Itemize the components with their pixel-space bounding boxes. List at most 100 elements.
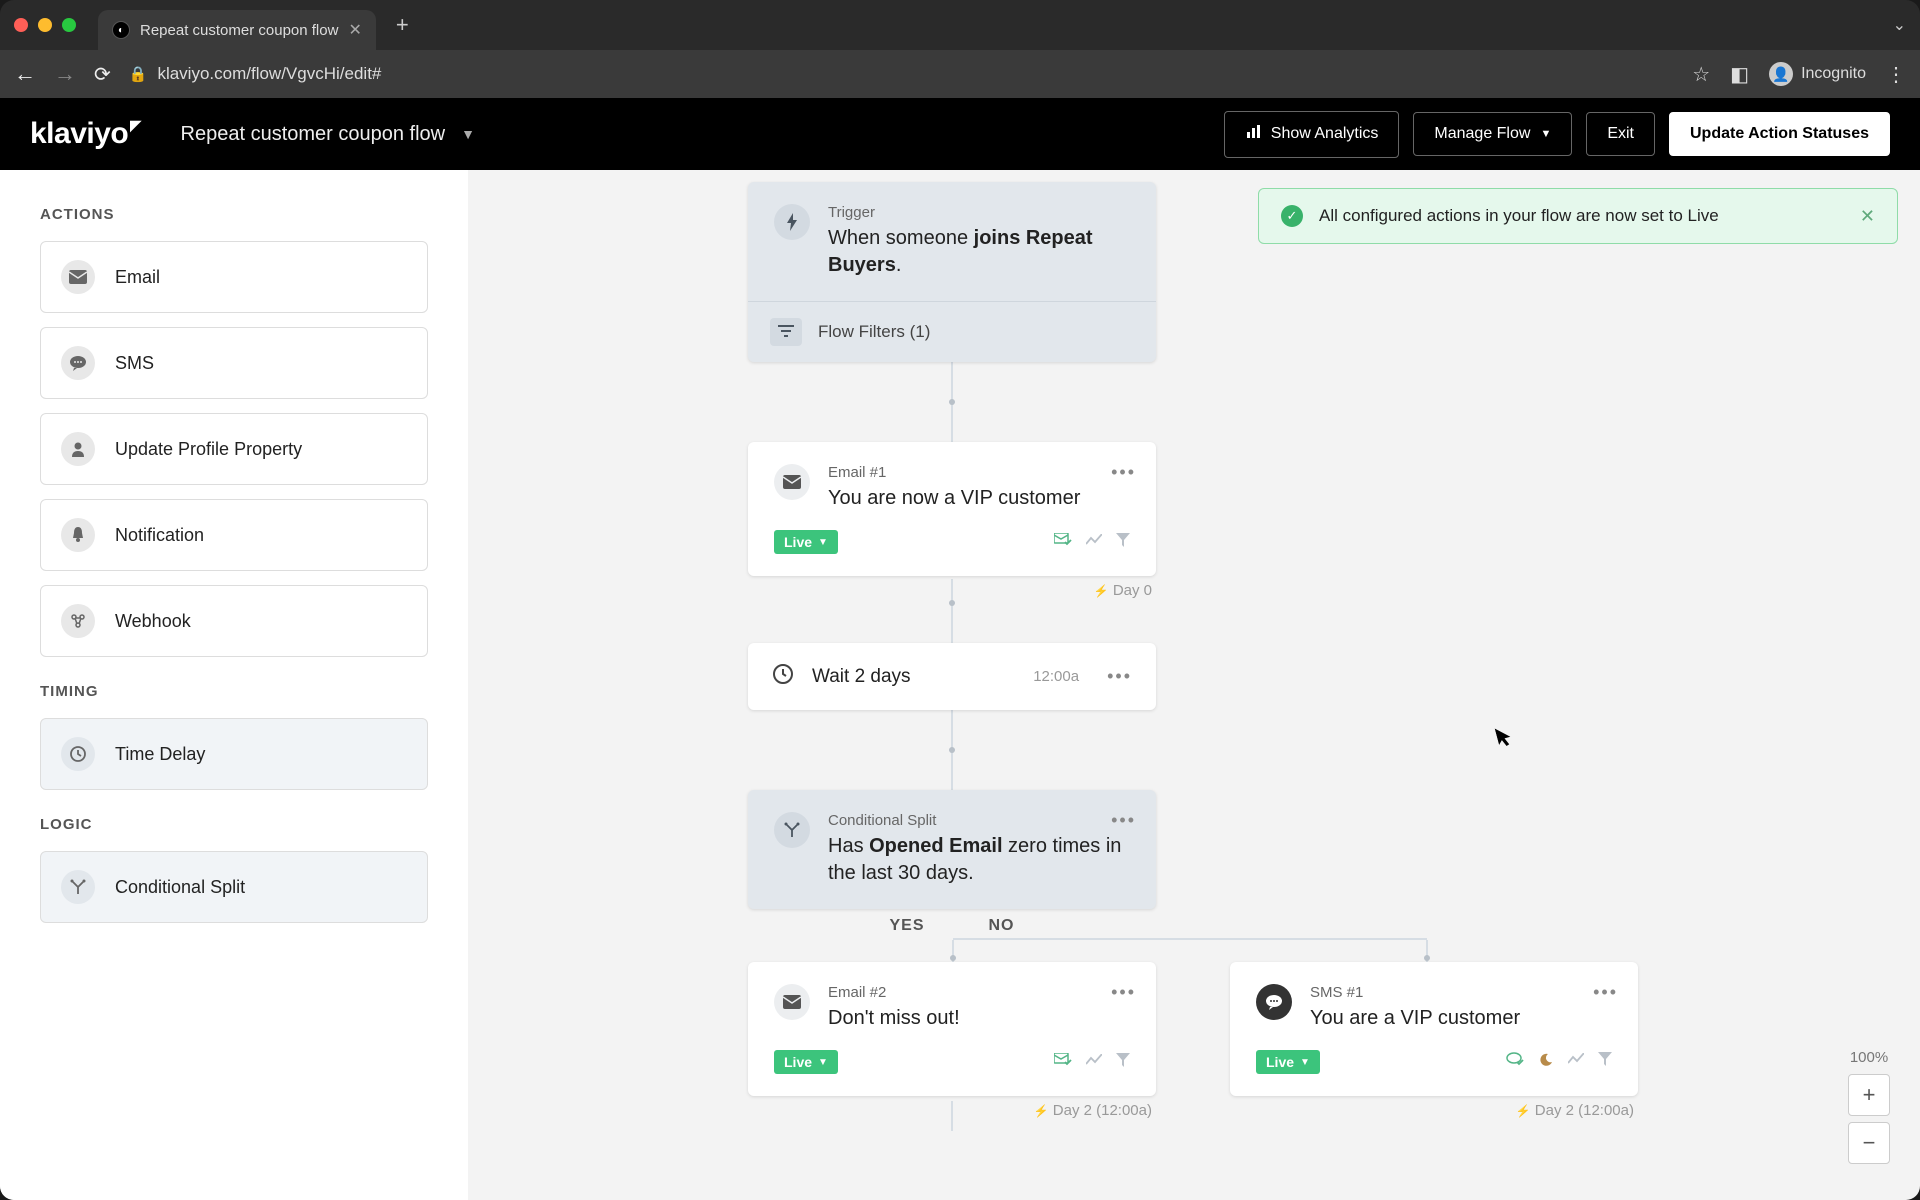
- email-title: You are now a VIP customer: [828, 485, 1080, 512]
- sidebar-item-label: Time Delay: [115, 744, 205, 765]
- tabs-overflow-icon[interactable]: ⌄: [1893, 15, 1906, 35]
- analytics-icon: [1568, 1052, 1584, 1073]
- browser-tab[interactable]: ◐ Repeat customer coupon flow ✕: [98, 10, 376, 50]
- status-badge[interactable]: Live ▼: [774, 530, 838, 554]
- logic-heading: LOGIC: [40, 816, 428, 833]
- flow-name-dropdown[interactable]: Repeat customer coupon flow ▼: [181, 123, 475, 146]
- minimize-window-icon[interactable]: [38, 18, 52, 32]
- analytics-icon: [1086, 1053, 1102, 1072]
- back-button[interactable]: ←: [14, 61, 36, 87]
- browser-tab-strip: ◐ Repeat customer coupon flow ✕ + ⌄: [0, 0, 1920, 50]
- sidebar-item-label: Conditional Split: [115, 877, 245, 898]
- day-marker: ⚡Day 2 (12:00a): [1230, 1096, 1638, 1119]
- close-window-icon[interactable]: [14, 18, 28, 32]
- email-label: Email #2: [828, 984, 960, 1001]
- forward-button[interactable]: →: [54, 61, 76, 87]
- wait-title: Wait 2 days: [812, 664, 911, 690]
- success-toast: ✓ All configured actions in your flow ar…: [1258, 188, 1898, 244]
- sidebar-item-label: Update Profile Property: [115, 439, 302, 460]
- update-action-statuses-button[interactable]: Update Action Statuses: [1669, 112, 1890, 156]
- bookmark-icon[interactable]: ☆: [1692, 62, 1710, 87]
- caret-down-icon: ▼: [1300, 1057, 1310, 1068]
- sidebar-item-time-delay[interactable]: Time Delay: [40, 718, 428, 790]
- wait-node[interactable]: Wait 2 days 12:00a •••: [748, 643, 1156, 710]
- sms-check-icon: [1506, 1052, 1524, 1073]
- app-header: klaviyo◤ Repeat customer coupon flow ▼ S…: [0, 98, 1920, 170]
- person-icon: [61, 432, 95, 466]
- bell-icon: [61, 518, 95, 552]
- conditional-split-node[interactable]: Conditional Split Has Opened Email zero …: [748, 790, 1156, 909]
- email-icon: [61, 260, 95, 294]
- exit-button[interactable]: Exit: [1586, 112, 1655, 156]
- incognito-label: Incognito: [1801, 65, 1866, 83]
- incognito-indicator[interactable]: 👤 Incognito: [1769, 62, 1866, 86]
- sms-node-1[interactable]: SMS #1 You are a VIP customer ••• Live ▼: [1230, 962, 1638, 1096]
- wait-time: 12:00a: [1033, 668, 1079, 685]
- address-bar[interactable]: 🔒 klaviyo.com/flow/VgvcHi/edit#: [129, 64, 1674, 84]
- sms-label: SMS #1: [1310, 984, 1520, 1001]
- email-icon: [774, 464, 810, 500]
- close-toast-icon[interactable]: ✕: [1860, 206, 1875, 227]
- timing-heading: TIMING: [40, 683, 428, 700]
- sidebar-item-sms[interactable]: SMS: [40, 327, 428, 399]
- close-tab-icon[interactable]: ✕: [348, 20, 361, 40]
- email-label: Email #1: [828, 464, 1080, 481]
- browser-menu-icon[interactable]: ⋮: [1886, 62, 1906, 87]
- url-text: klaviyo.com/flow/VgvcHi/edit#: [157, 64, 381, 84]
- sidebar-item-email[interactable]: Email: [40, 241, 428, 313]
- sidebar-item-conditional-split[interactable]: Conditional Split: [40, 851, 428, 923]
- sidebar-item-label: Notification: [115, 525, 204, 546]
- sidebar-item-update-profile[interactable]: Update Profile Property: [40, 413, 428, 485]
- reload-button[interactable]: ⟳: [94, 62, 111, 87]
- sidebar-item-label: Email: [115, 267, 160, 288]
- cursor-icon: [1495, 724, 1518, 755]
- browser-toolbar: ← → ⟳ 🔒 klaviyo.com/flow/VgvcHi/edit# ☆ …: [0, 50, 1920, 98]
- zoom-out-button[interactable]: −: [1848, 1122, 1890, 1164]
- branch-labels: YES NO: [748, 917, 1156, 935]
- trigger-node[interactable]: Trigger When someone joins Repeat Buyers…: [748, 182, 1156, 362]
- filter-icon: [770, 318, 802, 346]
- status-badge[interactable]: Live ▼: [774, 1050, 838, 1074]
- manage-flow-button[interactable]: Manage Flow ▼: [1413, 112, 1572, 156]
- email-icon: [774, 984, 810, 1020]
- caret-down-icon: ▼: [818, 1057, 828, 1068]
- email-node-2[interactable]: Email #2 Don't miss out! ••• Live ▼: [748, 962, 1156, 1096]
- more-icon[interactable]: •••: [1111, 982, 1136, 1003]
- email-title: Don't miss out!: [828, 1005, 960, 1032]
- more-icon[interactable]: •••: [1107, 666, 1132, 687]
- trigger-description: When someone joins Repeat Buyers.: [828, 225, 1130, 279]
- status-badge[interactable]: Live ▼: [1256, 1050, 1320, 1074]
- more-icon[interactable]: •••: [1111, 462, 1136, 483]
- bar-chart-icon: [1245, 124, 1261, 145]
- trigger-label: Trigger: [828, 204, 1130, 221]
- actions-heading: ACTIONS: [40, 206, 428, 223]
- caret-down-icon: ▼: [461, 126, 475, 142]
- bolt-icon: [774, 204, 810, 240]
- side-panel-icon[interactable]: ◧: [1730, 62, 1749, 87]
- maximize-window-icon[interactable]: [62, 18, 76, 32]
- sidebar-item-label: SMS: [115, 353, 154, 374]
- split-icon: [774, 812, 810, 848]
- email-node-1[interactable]: Email #1 You are now a VIP customer ••• …: [748, 442, 1156, 576]
- logo[interactable]: klaviyo◤: [30, 117, 141, 151]
- check-circle-icon: ✓: [1281, 205, 1303, 227]
- flow-canvas[interactable]: ✓ All configured actions in your flow ar…: [468, 170, 1920, 1200]
- mail-check-icon: [1054, 1053, 1072, 1072]
- split-description: Has Opened Email zero times in the last …: [828, 833, 1130, 887]
- sidebar-item-webhook[interactable]: Webhook: [40, 585, 428, 657]
- flow-filters-row[interactable]: Flow Filters (1): [748, 302, 1156, 362]
- zoom-in-button[interactable]: +: [1848, 1074, 1890, 1116]
- caret-down-icon: ▼: [1540, 128, 1551, 140]
- yes-label: YES: [889, 917, 924, 935]
- flow-filters-label: Flow Filters (1): [818, 322, 930, 342]
- show-analytics-button[interactable]: Show Analytics: [1224, 111, 1400, 158]
- incognito-icon: 👤: [1769, 62, 1793, 86]
- new-tab-button[interactable]: +: [396, 12, 409, 38]
- more-icon[interactable]: •••: [1111, 810, 1136, 831]
- sidebar: ACTIONS Email SMS Update Profile Propert…: [0, 170, 468, 1200]
- sidebar-item-notification[interactable]: Notification: [40, 499, 428, 571]
- more-icon[interactable]: •••: [1593, 982, 1618, 1003]
- filter-icon: [1116, 533, 1130, 552]
- split-icon: [61, 870, 95, 904]
- clock-icon: [61, 737, 95, 771]
